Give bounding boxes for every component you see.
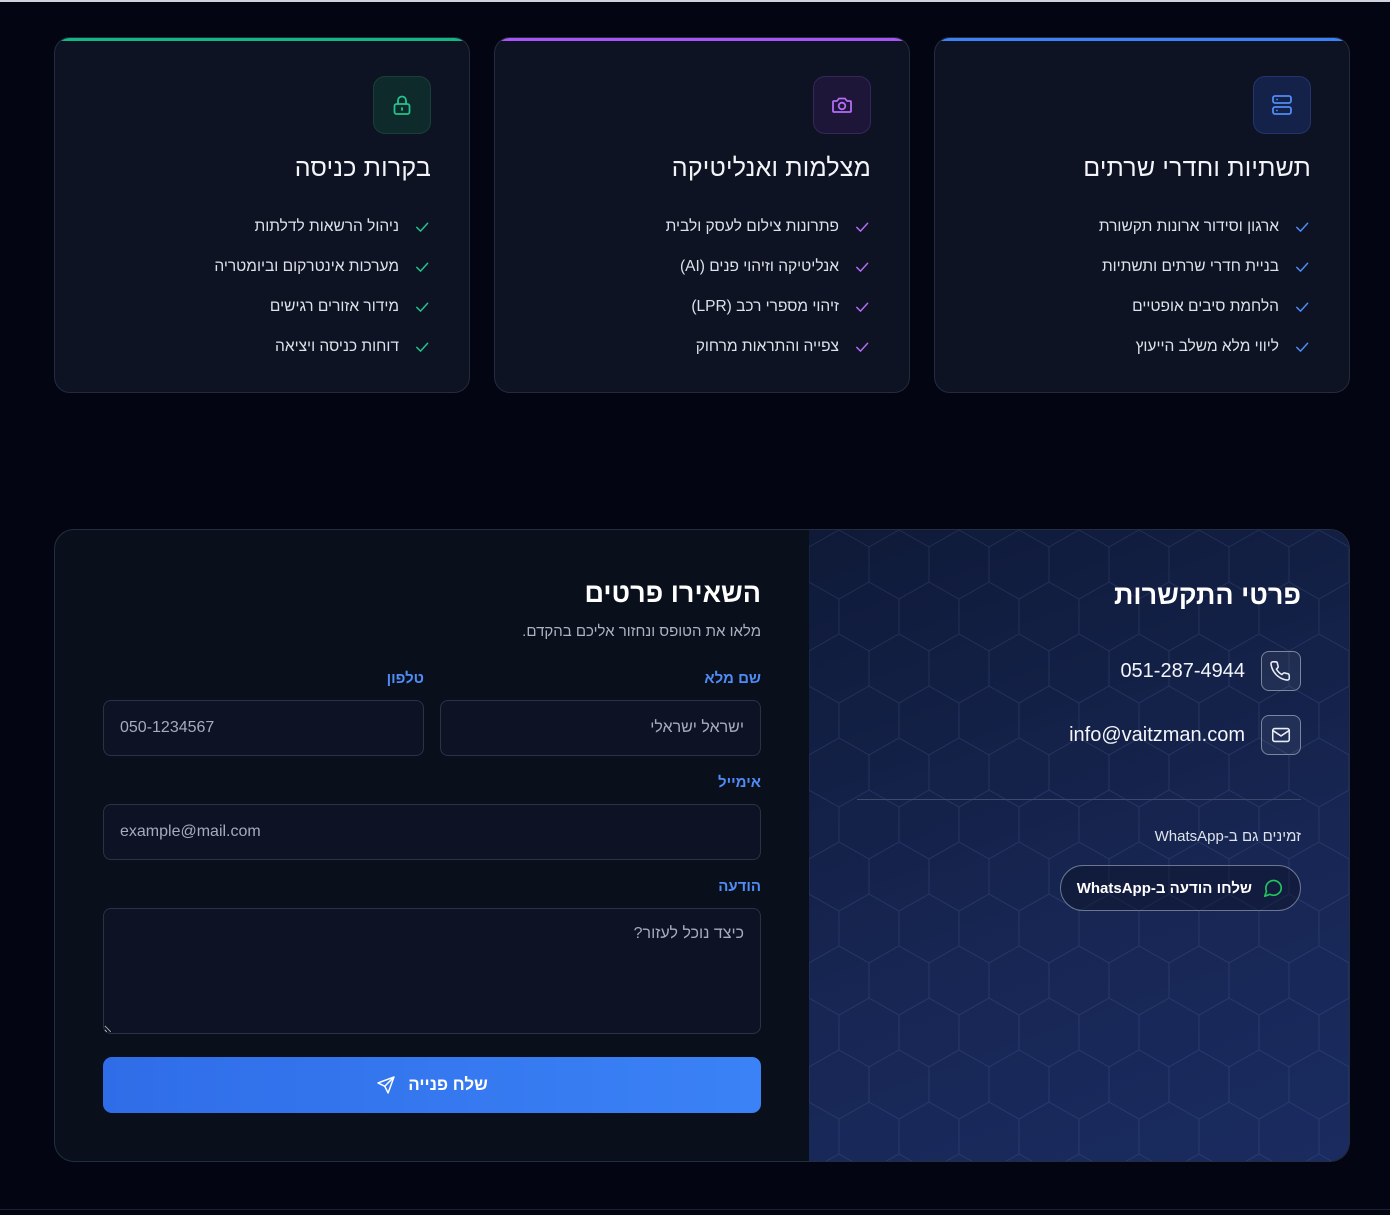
message-field-group: הודעה [103,878,761,1039]
list-item-label: מערכות אינטרקום וביומטריה [214,258,399,275]
check-icon [856,342,869,352]
contact-form: השאירו פרטים מלאו את הטופס ונחזור אליכם … [55,530,809,1161]
phone-number[interactable]: 051-287-4944 [1120,660,1245,683]
feature-list: ארגון וסידור ארונות תקשורת בניית חדרי שר… [973,207,1311,367]
card-title: בקרות כניסה [294,154,431,182]
footer-divider [0,1209,1390,1210]
check-icon [1296,222,1309,232]
check-icon [856,302,869,312]
list-item-label: הלחמת סיבים אופטיים [1132,298,1279,315]
submit-button-label: שלח פנייה [408,1075,488,1094]
phone-input[interactable] [103,700,424,756]
list-item: דוחות כניסה ויציאה [93,327,431,367]
lock-icon [373,76,431,134]
whatsapp-icon [1263,879,1283,898]
list-item-label: צפייה והתראות מרחוק [695,338,839,355]
form-title: השאירו פרטים [584,578,761,608]
check-icon [856,262,869,272]
list-item-label: ליווי מלא משלב הייעוץ [1135,338,1279,355]
list-item-label: ניהול הרשאות לדלתות [254,218,399,235]
email-address[interactable]: info@vaitzman.com [1069,724,1245,747]
phone-icon [1261,651,1301,691]
form-subtitle: מלאו את הטופס ונחזור אליכם בהקדם. [522,623,761,640]
feature-list: פתרונות צילום לעסק ולבית אנליטיקה וזיהוי… [533,207,871,367]
email-label: אימייל [718,774,761,791]
message-label: הודעה [718,878,761,895]
phone-field-group: טלפון [103,670,424,756]
name-phone-row: שם מלא טלפון [103,670,761,774]
whatsapp-button-label: שלחו הודעה ב-WhatsApp [1076,879,1252,897]
check-icon [416,302,429,312]
list-item: זיהוי מספרי רכב (LPR) [533,287,871,327]
send-icon [377,1076,395,1094]
list-item: הלחמת סיבים אופטיים [973,287,1311,327]
list-item: פתרונות צילום לעסק ולבית [533,207,871,247]
list-item-label: ארגון וסידור ארונות תקשורת [1098,218,1279,235]
service-card-infrastructure: תשתיות וחדרי שרתים ארגון וסידור ארונות ת… [934,37,1350,393]
list-item-label: זיהוי מספרי רכב (LPR) [691,298,839,315]
submit-button[interactable]: שלח פנייה [103,1057,761,1113]
list-item: ליווי מלא משלב הייעוץ [973,327,1311,367]
phone-row[interactable]: 051-287-4944 [857,651,1301,691]
check-icon [1296,262,1309,272]
services-section: תשתיות וחדרי שרתים ארגון וסידור ארונות ת… [54,37,1350,393]
whatsapp-label: זמינים גם ב-WhatsApp [1154,828,1301,845]
check-icon [856,222,869,232]
contact-info-panel: פרטי התקשרות 051-287-4944 info@vaitzman.… [809,530,1349,1161]
contact-info-title: פרטי התקשרות [1114,580,1301,610]
camera-icon [813,76,871,134]
service-card-cameras: מצלמות ואנליטיקה פתרונות צילום לעסק ולבי… [494,37,910,393]
name-input[interactable] [440,700,761,756]
list-item: ניהול הרשאות לדלתות [93,207,431,247]
background-pattern [809,530,1349,1161]
list-item: אנליטיקה וזיהוי פנים (AI) [533,247,871,287]
server-icon [1253,76,1311,134]
list-item: בניית חדרי שרתים ותשתיות [973,247,1311,287]
list-item: צפייה והתראות מרחוק [533,327,871,367]
check-icon [416,262,429,272]
contact-section: פרטי התקשרות 051-287-4944 info@vaitzman.… [54,529,1350,1162]
name-field-group: שם מלא [440,670,761,756]
list-item-label: בניית חדרי שרתים ותשתיות [1101,258,1279,275]
list-item-label: מידור אזורים רגישים [269,298,399,315]
phone-label: טלפון [386,670,424,687]
check-icon [1296,302,1309,312]
card-accent-line [495,38,909,41]
feature-list: ניהול הרשאות לדלתות מערכות אינטרקום וביו… [93,207,431,367]
list-item-label: פתרונות צילום לעסק ולבית [665,218,839,235]
card-accent-line [55,38,469,41]
check-icon [416,222,429,232]
list-item-label: אנליטיקה וזיהוי פנים (AI) [679,258,839,275]
check-icon [416,342,429,352]
list-item: ארגון וסידור ארונות תקשורת [973,207,1311,247]
whatsapp-button[interactable]: שלחו הודעה ב-WhatsApp [1059,865,1301,911]
service-card-access-control: בקרות כניסה ניהול הרשאות לדלתות מערכות א… [54,37,470,393]
check-icon [1296,342,1309,352]
email-field-group: אימייל [103,774,761,860]
mail-icon [1261,715,1301,755]
card-title: מצלמות ואנליטיקה [671,154,871,182]
list-item-label: דוחות כניסה ויציאה [275,338,399,355]
email-input[interactable] [103,804,761,860]
name-label: שם מלא [704,670,761,687]
email-row[interactable]: info@vaitzman.com [857,715,1301,755]
card-title: תשתיות וחדרי שרתים [1083,154,1311,182]
message-textarea[interactable] [103,908,761,1034]
list-item: מערכות אינטרקום וביומטריה [93,247,431,287]
divider [857,799,1301,800]
card-accent-line [935,38,1349,41]
list-item: מידור אזורים רגישים [93,287,431,327]
